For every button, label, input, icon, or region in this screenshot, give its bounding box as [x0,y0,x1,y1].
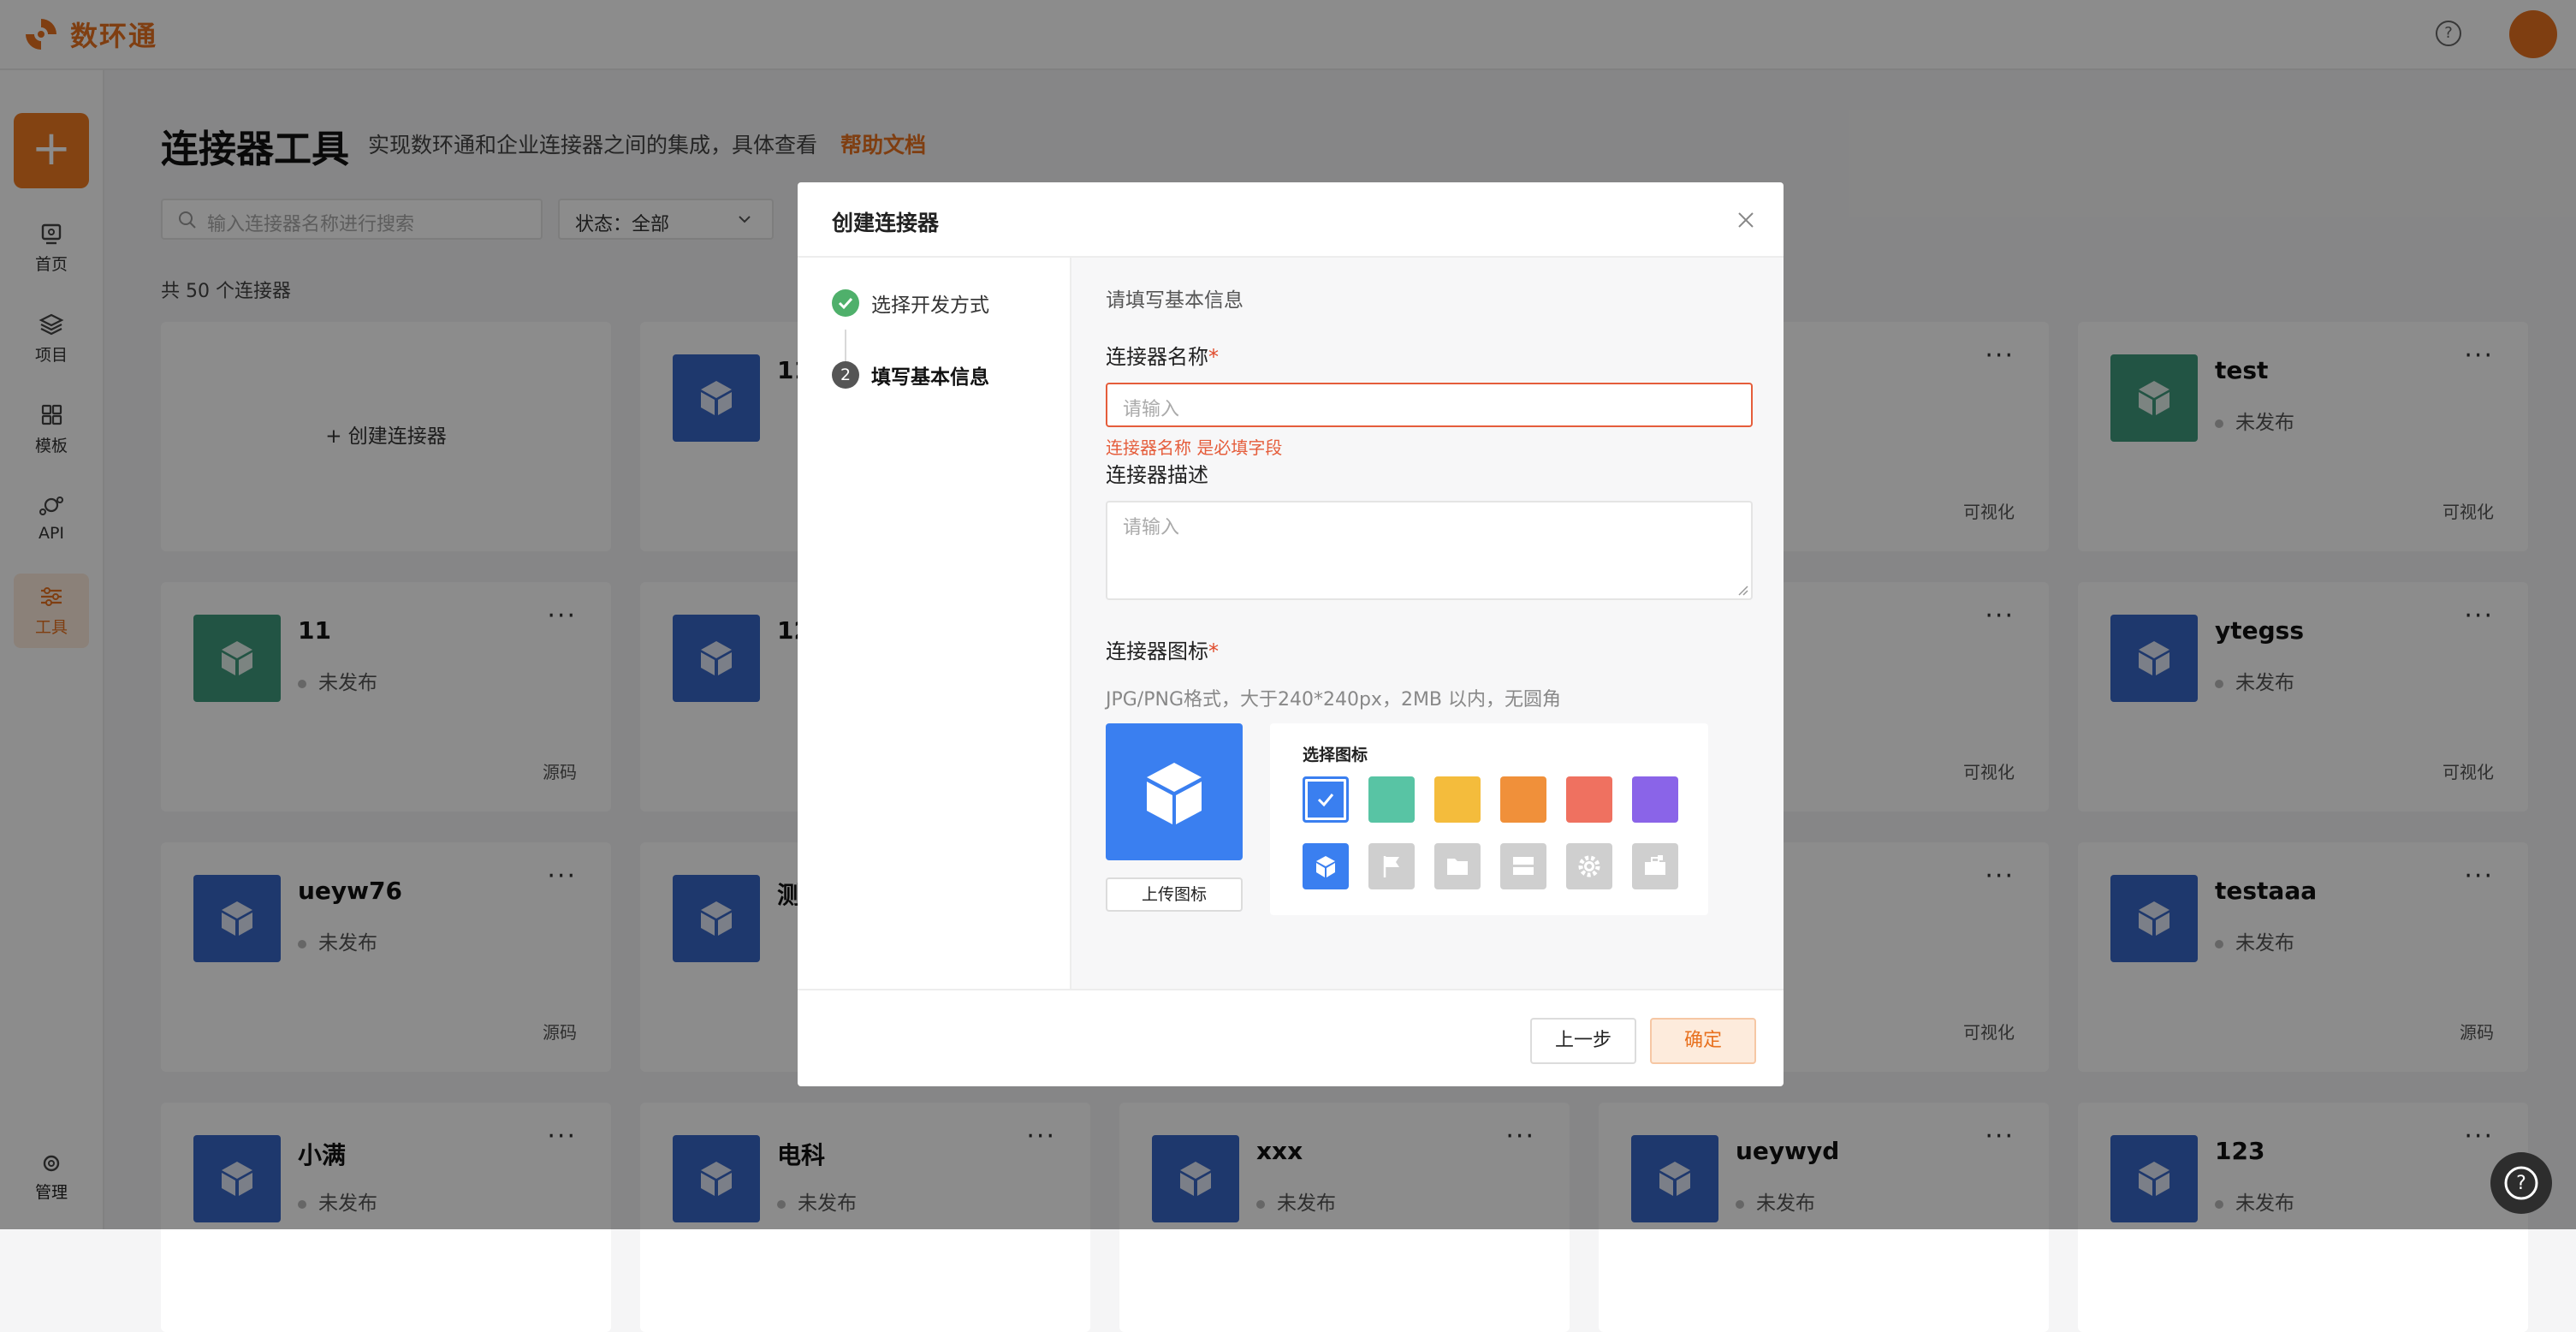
connector-desc-label: 连接器描述 [1106,463,1208,487]
upload-icon-button[interactable]: 上传图标 [1106,877,1243,912]
confirm-button[interactable]: 确定 [1650,1018,1756,1064]
flag-icon [1383,856,1399,877]
shape-option-briefcase[interactable] [1632,843,1678,889]
cube-icon [1316,856,1335,877]
label-text: 连接器名称 [1106,345,1208,369]
help-icon: ? [2504,1166,2538,1200]
cube-icon [1147,763,1202,824]
step-label: 选择开发方式 [871,294,989,317]
resize-handle-icon[interactable] [1737,585,1749,597]
step-basic-info[interactable]: 2 填写基本信息 [832,360,989,389]
close-icon[interactable] [1736,210,1756,230]
dialog-footer: 上一步 确定 [798,989,1784,1086]
icon-preview [1106,723,1243,860]
connector-name-input[interactable]: 请输入 [1106,383,1753,427]
shape-option-flag[interactable] [1368,843,1415,889]
check-icon [1317,794,1334,807]
step-connector [845,330,846,364]
folder-icon [1447,859,1468,875]
shape-option-panel[interactable] [1500,843,1546,889]
svg-text:?: ? [2516,1173,2526,1194]
connector-name-label: 连接器名称* [1106,340,1219,370]
section-title: 请填写基本信息 [1106,289,1243,312]
briefcase-icon [1645,855,1665,875]
picker-title: 选择图标 [1303,746,1368,764]
color-swatch-green[interactable] [1368,776,1415,823]
input-placeholder: 请输入 [1123,399,1180,420]
dialog-header: 创建连接器 [798,182,1784,258]
required-mark: * [1208,639,1219,663]
gear-icon [1578,855,1600,877]
previous-step-button[interactable]: 上一步 [1530,1018,1636,1064]
shape-option-cube[interactable] [1303,843,1349,889]
textarea-placeholder: 请输入 [1123,517,1180,538]
color-swatch-blue[interactable] [1303,776,1349,823]
icon-picker: 选择图标 [1270,723,1708,915]
panel-icon [1513,857,1534,875]
shape-option-folder[interactable] [1434,843,1481,889]
step-list: 选择开发方式 2 填写基本信息 [798,258,1071,989]
required-mark: * [1208,345,1219,369]
color-swatch-orange[interactable] [1500,776,1546,823]
icon-hint: JPG/PNG格式，大于240*240px，2MB 以内，无圆角 [1106,689,1562,711]
label-text: 连接器图标 [1106,639,1208,663]
basic-info-form: 请填写基本信息 连接器名称* 请输入 连接器名称 是必填字段 连接器描述 请输入… [1071,258,1784,989]
step-number: 2 [832,361,859,389]
step-label: 填写基本信息 [871,366,989,389]
check-icon [832,289,859,317]
create-connector-dialog: 创建连接器 选择开发方式 2 填写基本信息 请填写基本信息 连接器名称* 请输入… [798,182,1784,1086]
step-select-dev-mode[interactable]: 选择开发方式 [832,288,989,318]
connector-icon-label: 连接器图标* [1106,634,1219,664]
shape-option-gear[interactable] [1566,843,1612,889]
support-help-button[interactable]: ? [2490,1152,2552,1214]
name-error-message: 连接器名称 是必填字段 [1106,437,1283,458]
dialog-title: 创建连接器 [832,211,940,235]
connector-desc-textarea[interactable]: 请输入 [1106,501,1753,600]
color-swatch-purple[interactable] [1632,776,1678,823]
color-swatch-yellow[interactable] [1434,776,1481,823]
color-swatch-red[interactable] [1566,776,1612,823]
